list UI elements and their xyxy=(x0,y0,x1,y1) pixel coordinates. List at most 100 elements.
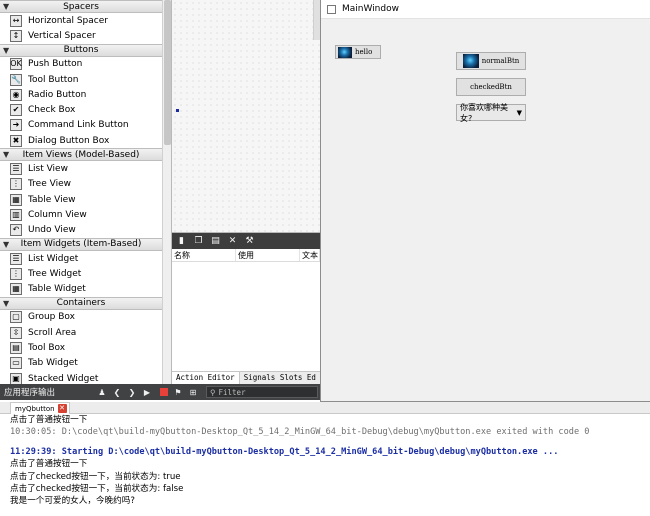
widget-box-scrollbar[interactable] xyxy=(162,0,171,384)
selection-handle[interactable] xyxy=(176,109,179,112)
widget-category-header[interactable]: ▼ Item Widgets (Item-Based) xyxy=(0,237,162,251)
delete-icon[interactable]: ✕ xyxy=(227,236,238,247)
previous-icon[interactable]: ❮ xyxy=(111,388,123,397)
window-titlebar[interactable]: MainWindow xyxy=(321,0,650,19)
widget-category-label: Spacers xyxy=(63,1,99,12)
widget-item-label: Dialog Button Box xyxy=(28,135,110,146)
output-line: 10:30:05: D:\code\qt\build-myQbutton-Des… xyxy=(10,427,590,438)
chevron-down-icon[interactable]: ▼ xyxy=(3,150,9,159)
vertical-spacer-icon: ↕ xyxy=(10,29,22,42)
widget-item[interactable]: ▭ Tab Widget xyxy=(0,356,162,371)
widget-item-label: Command Link Button xyxy=(28,120,129,131)
output-tab-strip: myQbutton ✕ xyxy=(0,402,650,414)
main-window-preview: MainWindow hello normalBtn checkedBtn 你喜… xyxy=(320,0,650,402)
filter-input[interactable]: ⚲ Filter xyxy=(206,386,318,398)
dialog-button-box-icon: ✖ xyxy=(10,134,22,147)
column-header-text[interactable]: 文本 xyxy=(300,249,320,261)
output-line: 点击了checked按钮一下，当前状态为: true xyxy=(10,471,181,482)
widget-item[interactable]: ⋮ Tree Widget xyxy=(0,266,162,281)
widget-item-label: Table Widget xyxy=(28,284,86,295)
widget-item[interactable]: ◉ Radio Button xyxy=(0,87,162,102)
widget-item-label: Radio Button xyxy=(28,89,87,100)
check-box-icon: ✔ xyxy=(10,104,22,117)
chevron-down-icon[interactable]: ▼ xyxy=(3,240,9,249)
scrollbar-thumb[interactable] xyxy=(164,0,171,145)
widget-item[interactable]: ☰ List View xyxy=(0,161,162,176)
widget-item-label: Group Box xyxy=(28,312,75,323)
widget-item[interactable]: ↶ Undo View xyxy=(0,223,162,238)
widget-category-label: Item Views (Model-Based) xyxy=(22,149,140,160)
widget-item-label: Tool Box xyxy=(28,342,66,353)
tab-widget-icon: ▭ xyxy=(10,357,22,370)
stop-icon[interactable] xyxy=(160,388,168,396)
widget-item-label: Horizontal Spacer xyxy=(28,15,108,26)
output-line: 点击了checked按钮一下，当前状态为: false xyxy=(10,483,184,494)
run-icon[interactable]: ▶ xyxy=(141,388,153,397)
widget-item[interactable]: ⋮ Tree View xyxy=(0,177,162,192)
canvas-scrollbar[interactable] xyxy=(313,0,320,40)
action-editor-panel: ▮ ❐ ▤ ✕ ⚒ 名称 使用 文本 Action Editor Signals… xyxy=(172,232,320,384)
column-header-name[interactable]: 名称 xyxy=(172,249,236,261)
widget-category-header[interactable]: ▼ Containers xyxy=(0,296,162,310)
window-title: MainWindow xyxy=(342,4,399,14)
close-icon[interactable]: ✕ xyxy=(57,404,67,413)
widget-item[interactable]: ▥ Column View xyxy=(0,207,162,222)
beauty-combo-box[interactable]: 你喜欢哪种美女? ▼ xyxy=(456,103,526,123)
widget-category-label: Buttons xyxy=(63,45,99,56)
widget-item[interactable]: ▣ Stacked Widget xyxy=(0,371,162,384)
widget-item[interactable]: 🔧 Tool Button xyxy=(0,72,162,87)
new-action-icon[interactable]: ▮ xyxy=(176,236,187,247)
widget-item[interactable]: ✖ Dialog Button Box xyxy=(0,133,162,148)
tab-signals-slots-editor[interactable]: Signals Slots Ed xyxy=(240,372,320,384)
widget-item[interactable]: OK Push Button xyxy=(0,57,162,72)
widget-item[interactable]: ⇳ Scroll Area xyxy=(0,325,162,340)
form-design-canvas[interactable] xyxy=(172,0,320,232)
debug-icon[interactable]: ⚑ xyxy=(172,388,184,397)
widget-item[interactable]: ▦ Table View xyxy=(0,192,162,207)
paste-icon[interactable]: ▤ xyxy=(210,236,221,247)
next-icon[interactable]: ❯ xyxy=(126,388,138,397)
application-output[interactable]: 点击了普通按钮一下 10:30:05: D:\code\qt\build-myQ… xyxy=(0,414,650,516)
action-table-header: 名称 使用 文本 xyxy=(172,249,320,262)
widget-item-label: List View xyxy=(28,164,68,175)
widget-item[interactable]: ☰ List Widget xyxy=(0,251,162,266)
copy-icon[interactable]: ❐ xyxy=(193,236,204,247)
chevron-down-icon[interactable]: ▼ xyxy=(3,2,9,11)
widget-item[interactable]: ▦ Table Widget xyxy=(0,281,162,296)
widget-category-header[interactable]: ▼ Item Views (Model-Based) xyxy=(0,148,162,162)
tree-widget-icon: ⋮ xyxy=(10,267,22,280)
widget-item-label: Check Box xyxy=(28,105,76,116)
hello-button[interactable]: hello xyxy=(335,45,381,59)
scroll-area-icon: ⇳ xyxy=(10,326,22,339)
normal-button[interactable]: normalBtn xyxy=(456,52,526,70)
widget-item[interactable]: ✔ Check Box xyxy=(0,102,162,117)
widget-item[interactable]: ▤ Tool Box xyxy=(0,340,162,355)
widget-item-label: Tree View xyxy=(28,179,71,190)
widget-item[interactable]: ▢ Group Box xyxy=(0,310,162,325)
tab-myqbutton[interactable]: myQbutton ✕ xyxy=(10,402,70,414)
widget-item[interactable]: ↕ Vertical Spacer xyxy=(0,28,162,43)
zoom-icon[interactable]: ⊞ xyxy=(187,388,199,397)
widget-category-header[interactable]: ▼ Buttons xyxy=(0,43,162,57)
checked-button[interactable]: checkedBtn xyxy=(456,78,526,96)
chevron-down-icon[interactable]: ▼ xyxy=(3,299,9,308)
widget-item-label: Table View xyxy=(28,194,76,205)
push-button-icon: OK xyxy=(10,58,22,71)
search-icon: ⚲ xyxy=(210,387,216,397)
output-pane-title: 应用程序输出 xyxy=(4,388,56,398)
globe-icon xyxy=(462,54,479,68)
widget-item[interactable]: ➜ Command Link Button xyxy=(0,118,162,133)
widget-category-header[interactable]: ▼ Spacers xyxy=(0,0,162,13)
widget-item-label: Vertical Spacer xyxy=(28,30,96,41)
settings-icon[interactable]: ⚒ xyxy=(244,236,255,247)
output-line: 我是一个可爱的女人，今晚约吗? xyxy=(10,496,135,507)
chevron-down-icon: ▼ xyxy=(516,108,522,117)
widget-item[interactable]: ↔ Horizontal Spacer xyxy=(0,13,162,28)
tab-action-editor[interactable]: Action Editor xyxy=(172,372,240,384)
chevron-down-icon[interactable]: ▼ xyxy=(3,46,9,55)
widget-box-list: ▼ Spacers ↔ Horizontal Spacer ↕ Vertical Spac… xyxy=(0,0,171,384)
attach-icon[interactable]: ♟ xyxy=(96,388,108,397)
filter-placeholder: Filter xyxy=(218,387,246,397)
tool-box-icon: ▤ xyxy=(10,341,22,354)
column-header-used[interactable]: 使用 xyxy=(236,249,300,261)
